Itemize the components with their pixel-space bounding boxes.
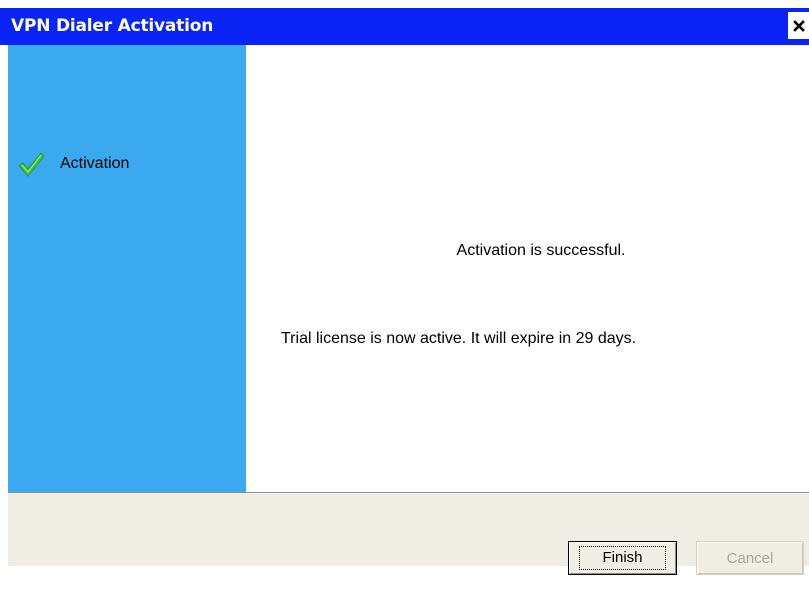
cancel-button-label: Cancel [726, 549, 774, 567]
button-bar: Finish Cancel [8, 494, 809, 575]
window-title: VPN Dialer Activation [11, 16, 214, 36]
finish-button-label: Finish [579, 546, 666, 570]
step-sidebar: Activation [8, 45, 246, 492]
checkmark-icon [18, 152, 45, 177]
sidebar-step-label: Activation [60, 155, 130, 172]
license-message: Trial license is now active. It will exp… [281, 330, 637, 347]
finish-button[interactable]: Finish [568, 541, 677, 575]
close-icon [792, 19, 805, 32]
sidebar-step-activation: Activation [16, 149, 129, 179]
title-bar[interactable]: VPN Dialer Activation [0, 8, 809, 45]
content-panel: Activation is successful. Trial license … [246, 45, 809, 492]
close-button[interactable] [788, 12, 809, 39]
activation-dialog: VPN Dialer Activation Activation Activat… [0, 0, 809, 589]
success-message: Activation is successful. [456, 242, 626, 259]
cancel-button[interactable]: Cancel [696, 541, 804, 575]
window-frame-left [0, 45, 8, 492]
